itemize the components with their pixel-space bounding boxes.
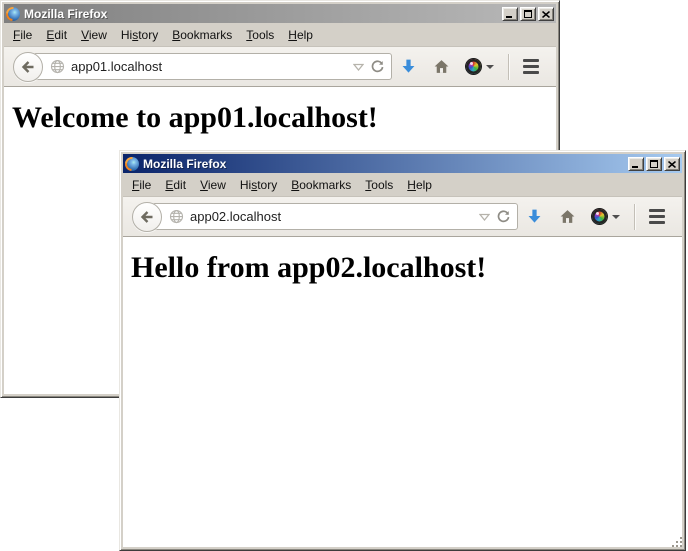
titlebar[interactable]: Mozilla Firefox — [123, 154, 682, 173]
menu-bar: FileEditViewHistoryBookmarksToolsHelp — [4, 23, 556, 46]
hamburger-menu-icon — [649, 209, 665, 224]
resize-grip[interactable] — [669, 534, 683, 548]
download-arrow-icon — [526, 208, 543, 225]
menu-item-history[interactable]: History — [233, 175, 284, 195]
menu-item-file[interactable]: File — [125, 175, 158, 195]
close-icon — [542, 11, 550, 18]
reload-icon[interactable] — [370, 59, 385, 74]
extension-button[interactable] — [458, 52, 502, 82]
menu-button[interactable] — [641, 202, 673, 232]
titlebar[interactable]: Mozilla Firefox — [4, 4, 556, 23]
extension-color-wheel-icon — [466, 59, 481, 74]
download-arrow-icon — [400, 58, 417, 75]
home-button[interactable] — [551, 202, 584, 232]
back-button[interactable] — [13, 52, 43, 82]
minimize-button[interactable] — [502, 7, 518, 21]
firefox-logo-icon — [6, 7, 20, 21]
caret-down-icon — [486, 65, 494, 69]
menu-bar: FileEditViewHistoryBookmarksToolsHelp — [123, 173, 682, 196]
home-button[interactable] — [425, 52, 458, 82]
firefox-window-app02: Mozilla Firefox FileEditViewHistoryBookm… — [119, 150, 686, 551]
close-button[interactable] — [664, 157, 680, 171]
urlbar-dropdown-icon[interactable] — [353, 63, 364, 71]
toolbar-separator — [508, 54, 509, 80]
download-button[interactable] — [392, 52, 425, 82]
maximize-icon — [650, 160, 658, 168]
menu-item-view[interactable]: View — [193, 175, 233, 195]
url-text: app01.localhost — [71, 59, 353, 74]
back-button[interactable] — [132, 202, 162, 232]
url-bar[interactable]: app01.localhost — [33, 53, 392, 80]
window-title: Mozilla Firefox — [143, 157, 628, 171]
extension-button[interactable] — [584, 202, 628, 232]
hamburger-menu-icon — [523, 59, 539, 74]
menu-item-help[interactable]: Help — [400, 175, 439, 195]
menu-button[interactable] — [515, 52, 547, 82]
globe-icon — [169, 209, 184, 224]
page-content: Hello from app02.localhost! — [123, 237, 682, 547]
back-arrow-icon — [139, 209, 155, 225]
page-heading: Welcome to app01.localhost! — [12, 101, 556, 135]
home-icon — [559, 208, 576, 225]
back-arrow-icon — [20, 59, 36, 75]
menu-item-file[interactable]: File — [6, 25, 39, 45]
menu-item-tools[interactable]: Tools — [358, 175, 400, 195]
window-title: Mozilla Firefox — [24, 7, 502, 21]
menu-item-edit[interactable]: Edit — [39, 25, 74, 45]
menu-item-bookmarks[interactable]: Bookmarks — [284, 175, 358, 195]
toolbar-separator — [634, 204, 635, 230]
firefox-logo-icon — [125, 157, 139, 171]
minimize-icon — [506, 16, 512, 18]
menu-item-tools[interactable]: Tools — [239, 25, 281, 45]
download-button[interactable] — [518, 202, 551, 232]
close-icon — [668, 161, 676, 168]
menu-item-view[interactable]: View — [74, 25, 114, 45]
menu-item-edit[interactable]: Edit — [158, 175, 193, 195]
maximize-button[interactable] — [520, 7, 536, 21]
home-icon — [433, 58, 450, 75]
page-heading: Hello from app02.localhost! — [131, 251, 682, 285]
url-bar[interactable]: app02.localhost — [152, 203, 518, 230]
maximize-icon — [524, 10, 532, 18]
globe-icon — [50, 59, 65, 74]
url-text: app02.localhost — [190, 209, 479, 224]
minimize-icon — [632, 166, 638, 168]
menu-item-bookmarks[interactable]: Bookmarks — [165, 25, 239, 45]
menu-item-help[interactable]: Help — [281, 25, 320, 45]
menu-item-history[interactable]: History — [114, 25, 165, 45]
navigation-toolbar: app01.localhost — [4, 46, 556, 87]
caret-down-icon — [612, 215, 620, 219]
extension-color-wheel-icon — [592, 209, 607, 224]
minimize-button[interactable] — [628, 157, 644, 171]
reload-icon[interactable] — [496, 209, 511, 224]
close-button[interactable] — [538, 7, 554, 21]
navigation-toolbar: app02.localhost — [123, 196, 682, 237]
maximize-button[interactable] — [646, 157, 662, 171]
urlbar-dropdown-icon[interactable] — [479, 213, 490, 221]
